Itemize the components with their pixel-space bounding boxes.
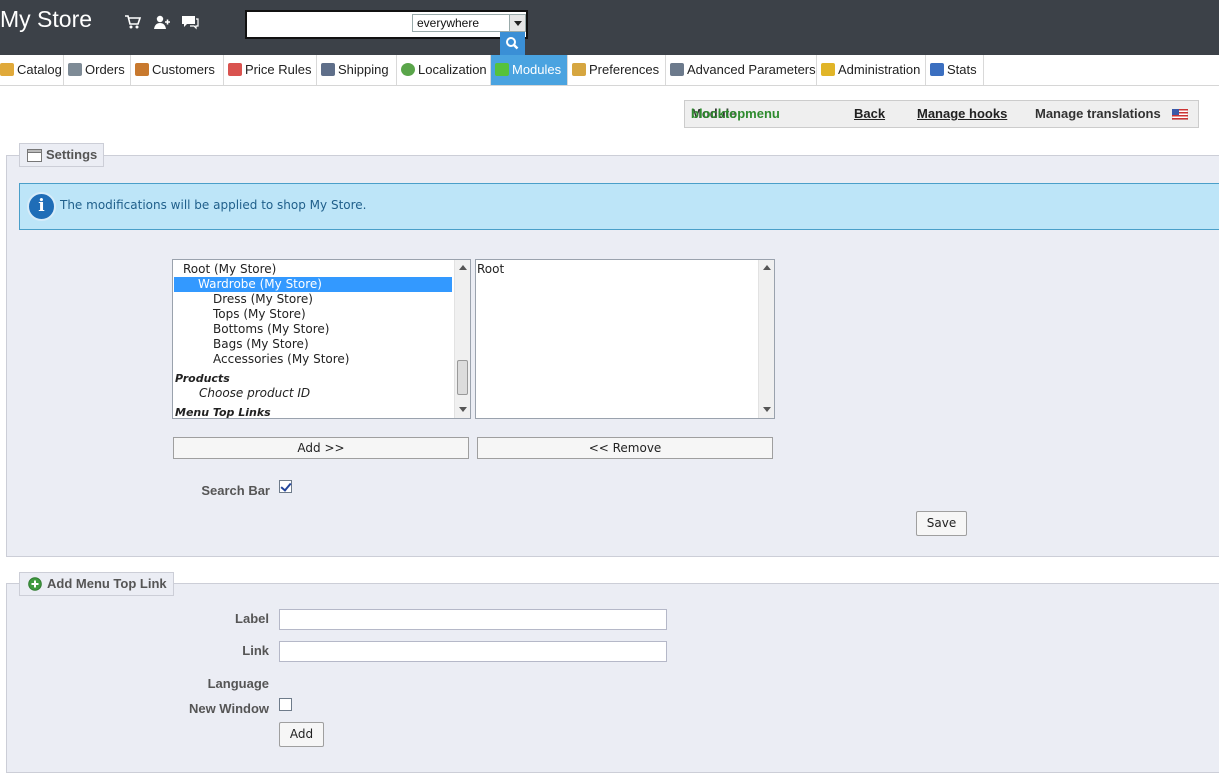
selected-items-list[interactable]: Root — [475, 259, 775, 419]
tab-administration[interactable]: Administration — [817, 55, 926, 85]
folder-icon — [0, 63, 14, 76]
new-window-checkbox[interactable] — [279, 698, 292, 711]
link-field-label: Link — [242, 643, 269, 658]
available-items-list[interactable]: Root (My Store) Wardrobe (My Store) Dres… — [172, 259, 471, 419]
list-item-selected[interactable]: Wardrobe (My Store) — [174, 277, 452, 292]
scrollbar[interactable] — [454, 260, 470, 418]
remove-item-button[interactable]: << Remove — [477, 437, 773, 459]
add-icon — [28, 577, 42, 591]
us-flag-icon[interactable] — [1172, 109, 1188, 120]
add-item-button[interactable]: Add >> — [173, 437, 469, 459]
tab-modules[interactable]: Modules — [491, 55, 568, 85]
manage-translations-link[interactable]: Manage translations — [1035, 101, 1161, 127]
messages-icon[interactable] — [181, 13, 199, 31]
search-scope-value: everywhere — [417, 16, 480, 30]
info-text: The modifications will be applied to sho… — [60, 198, 367, 212]
group-products: Products — [175, 372, 230, 385]
scroll-up-icon[interactable] — [763, 265, 771, 270]
search-button[interactable] — [500, 32, 525, 55]
customer-icon — [135, 63, 149, 76]
list-item[interactable]: Bags (My Store) — [174, 337, 452, 352]
list-item[interactable]: Accessories (My Store) — [174, 352, 452, 367]
save-button[interactable]: Save — [916, 511, 967, 536]
search-input[interactable] — [249, 15, 409, 34]
price-tag-icon — [228, 63, 242, 76]
list-item[interactable]: Choose product ID — [199, 386, 310, 400]
cart-icon[interactable] — [124, 13, 142, 31]
tab-localization[interactable]: Localization — [397, 55, 491, 85]
settings-legend: Settings — [19, 143, 105, 167]
link-input[interactable] — [279, 641, 667, 662]
search-scope-select[interactable]: everywhere — [412, 14, 526, 32]
scroll-thumb[interactable] — [457, 360, 468, 395]
tab-catalog[interactable]: Catalog — [0, 55, 64, 85]
label-input[interactable] — [279, 609, 667, 630]
scroll-down-icon[interactable] — [459, 407, 467, 412]
tab-shipping[interactable]: Shipping — [317, 55, 397, 85]
back-link[interactable]: Back — [854, 101, 885, 127]
scroll-up-icon[interactable] — [459, 265, 467, 270]
customer-icon[interactable] — [153, 13, 171, 31]
window-icon — [27, 149, 42, 162]
module-name: blocktopmenu — [691, 106, 780, 121]
list-item[interactable]: Bottoms (My Store) — [174, 322, 452, 337]
key-icon — [821, 63, 835, 76]
tab-stats[interactable]: Stats — [926, 55, 984, 85]
scrollbar[interactable] — [758, 260, 774, 418]
chart-icon — [930, 63, 944, 76]
info-icon — [27, 192, 56, 221]
module-toolbar: Module blocktopmenu Back Manage hooks Ma… — [684, 100, 1199, 128]
chevron-down-icon[interactable] — [509, 15, 525, 31]
truck-icon — [321, 63, 335, 76]
search-bar-label: Search Bar — [201, 483, 270, 498]
group-menu-top-links: Menu Top Links — [175, 406, 271, 419]
tab-customers[interactable]: Customers — [131, 55, 224, 85]
cart-icon — [68, 63, 82, 76]
add-link-button[interactable]: Add — [279, 722, 324, 747]
list-item[interactable]: Root (My Store) — [174, 262, 452, 277]
new-window-label: New Window — [188, 701, 269, 716]
puzzle-icon — [495, 63, 509, 76]
edit-icon — [572, 63, 586, 76]
main-nav: Catalog Orders Customers Price Rules Shi… — [0, 55, 1219, 86]
tab-price-rules[interactable]: Price Rules — [224, 55, 317, 85]
scroll-down-icon[interactable] — [763, 407, 771, 412]
manage-hooks-link[interactable]: Manage hooks — [917, 101, 1007, 127]
wrench-icon — [670, 63, 684, 76]
search-box: everywhere — [245, 10, 528, 39]
list-item[interactable]: Root — [477, 262, 755, 277]
list-item[interactable]: Tops (My Store) — [174, 307, 452, 322]
tab-orders[interactable]: Orders — [64, 55, 131, 85]
info-message: The modifications will be applied to sho… — [19, 183, 1219, 230]
tab-preferences[interactable]: Preferences — [568, 55, 666, 85]
store-name[interactable]: My Store — [0, 6, 92, 33]
search-bar-checkbox[interactable] — [279, 480, 292, 493]
header-bar: My Store everywhere — [0, 0, 1219, 55]
globe-icon — [401, 63, 415, 76]
search-icon — [506, 37, 519, 50]
tab-advanced-parameters[interactable]: Advanced Parameters — [666, 55, 817, 85]
label-field-label: Label — [235, 611, 269, 626]
language-label: Language — [207, 676, 269, 691]
add-link-legend: Add Menu Top Link — [19, 572, 174, 596]
list-item[interactable]: Dress (My Store) — [174, 292, 452, 307]
